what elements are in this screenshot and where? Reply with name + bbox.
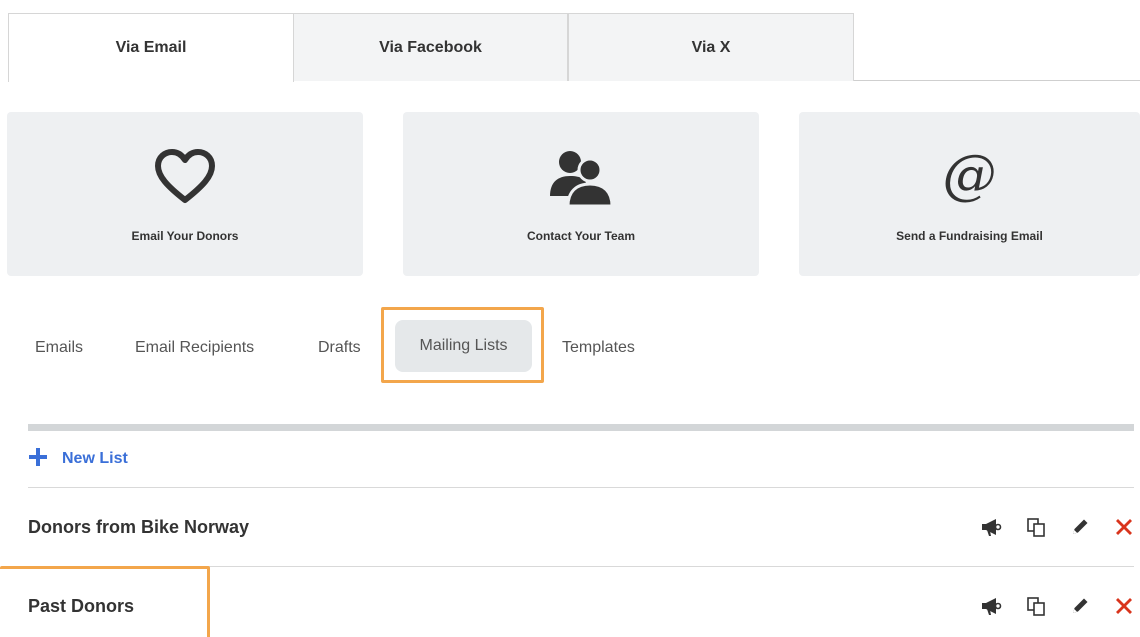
channel-tabs: Via Email Via Facebook Via X — [8, 13, 1140, 82]
fundraising-email-card[interactable]: @ Send a Fundraising Email — [799, 112, 1140, 276]
card-label: Contact Your Team — [526, 229, 636, 243]
copy-icon[interactable] — [1024, 594, 1048, 618]
subnav-email-recipients[interactable]: Email Recipients — [135, 334, 254, 362]
row-actions — [980, 594, 1136, 618]
subnav-templates[interactable]: Templates — [562, 334, 635, 362]
list-row: Donors from Bike Norway — [28, 507, 1140, 547]
subnav-drafts[interactable]: Drafts — [318, 334, 361, 362]
row-divider — [28, 487, 1134, 488]
contact-team-card[interactable]: Contact Your Team — [403, 112, 759, 276]
delete-icon[interactable] — [1112, 515, 1136, 539]
section-divider — [28, 424, 1134, 431]
new-list-button[interactable]: New List — [28, 447, 128, 471]
row-actions — [980, 515, 1136, 539]
tab-via-facebook[interactable]: Via Facebook — [293, 13, 568, 81]
new-list-label: New List — [62, 450, 128, 467]
card-label: Email Your Donors — [131, 229, 239, 243]
subnav-emails[interactable]: Emails — [35, 334, 83, 362]
past-donors-highlight — [0, 566, 210, 637]
list-name[interactable]: Donors from Bike Norway — [28, 517, 249, 538]
subnav-mailing-lists[interactable]: Mailing Lists — [395, 320, 532, 372]
delete-icon[interactable] — [1112, 594, 1136, 618]
card-label: Send a Fundraising Email — [896, 229, 1043, 243]
tab-via-email[interactable]: Via Email — [8, 13, 294, 82]
page: Via Email Via Facebook Via X Email Your … — [0, 0, 1140, 637]
pencil-icon[interactable] — [1068, 594, 1092, 618]
team-icon — [546, 148, 616, 213]
tab-via-x[interactable]: Via X — [568, 13, 854, 81]
megaphone-icon[interactable] — [980, 594, 1004, 618]
plus-icon — [28, 447, 48, 472]
copy-icon[interactable] — [1024, 515, 1048, 539]
email-donors-card[interactable]: Email Your Donors — [7, 112, 363, 276]
at-icon: @ — [942, 143, 997, 206]
megaphone-icon[interactable] — [980, 515, 1004, 539]
heart-icon — [153, 148, 217, 211]
pencil-icon[interactable] — [1068, 515, 1092, 539]
